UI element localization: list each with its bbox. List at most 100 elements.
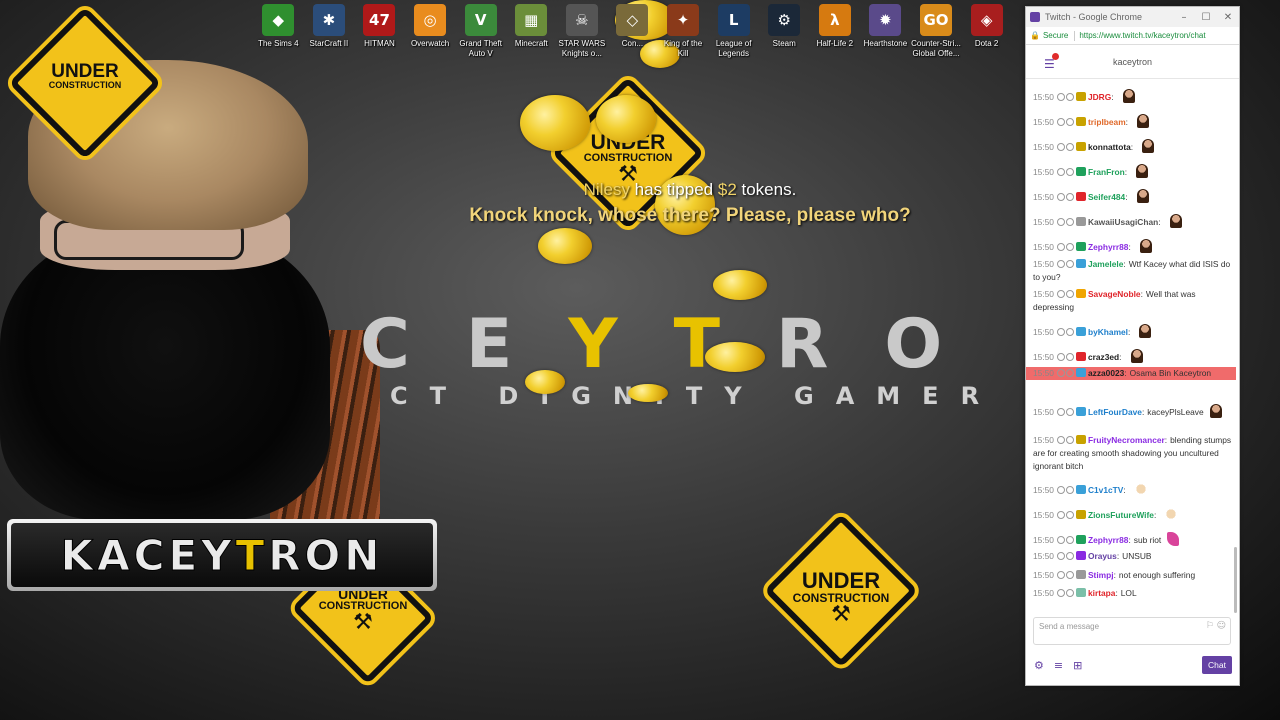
maximize-icon[interactable]: ☐ <box>1195 12 1217 23</box>
chat-username[interactable]: konnattota <box>1088 142 1131 152</box>
ban-icon[interactable] <box>1056 369 1065 377</box>
ban-icon[interactable] <box>1056 486 1065 494</box>
ban-icon[interactable] <box>1056 436 1065 444</box>
desktop-icon[interactable]: GO Counter-Stri... Global Offe... <box>911 4 962 59</box>
chat-username[interactable]: byKhamel <box>1088 327 1128 337</box>
ban-icon[interactable] <box>1056 260 1065 268</box>
settings-icon[interactable]: ⚙ <box>1034 659 1044 672</box>
chat-button[interactable]: Chat <box>1202 656 1232 674</box>
ban-icon[interactable] <box>1056 168 1065 176</box>
ban-icon[interactable] <box>1056 193 1065 201</box>
desktop-icon[interactable]: ◇ Con... <box>607 4 658 59</box>
timeout-icon[interactable] <box>1065 436 1074 444</box>
chat-username[interactable]: C1v1cTV <box>1088 485 1123 495</box>
ban-icon[interactable] <box>1056 353 1065 361</box>
desktop-icon[interactable]: λ Half-Life 2 <box>810 4 861 59</box>
ban-icon[interactable] <box>1056 93 1065 101</box>
timeout-icon[interactable] <box>1065 193 1074 201</box>
app-icon: V <box>464 4 497 36</box>
chat-username[interactable]: SavageNoble <box>1088 289 1141 299</box>
colon: : <box>1128 535 1131 545</box>
timeout-icon[interactable] <box>1065 218 1074 226</box>
desktop-icon[interactable]: ◎ Overwatch <box>405 4 456 59</box>
chat-message-text: sub riot <box>1133 535 1162 545</box>
chat-username[interactable]: FruityNecromancer <box>1088 435 1165 445</box>
ban-icon[interactable] <box>1056 218 1065 226</box>
desktop-icon[interactable]: ✱ StarCraft II <box>304 4 355 59</box>
desktop-icon[interactable]: ✦ King of the Kill <box>658 4 709 59</box>
chat-username[interactable]: FranFron <box>1088 167 1125 177</box>
timeout-icon[interactable] <box>1065 536 1074 544</box>
chat-username[interactable]: Jamelele <box>1088 259 1123 269</box>
desktop-icon[interactable]: L League of Legends <box>708 4 759 59</box>
ban-icon[interactable] <box>1056 571 1065 579</box>
timeout-icon[interactable] <box>1065 571 1074 579</box>
timeout-icon[interactable] <box>1065 353 1074 361</box>
emote-icon[interactable]: ⚐ ☺ <box>1206 621 1226 631</box>
chat-username[interactable]: Orayus <box>1088 551 1117 561</box>
desktop-icon[interactable]: V Grand Theft Auto V <box>455 4 506 59</box>
timeout-icon[interactable] <box>1065 328 1074 336</box>
desktop-icon[interactable]: ▦ Minecraft <box>506 4 557 59</box>
chat-username[interactable]: Zephyrr88 <box>1088 242 1129 252</box>
chat-message-text: LOL <box>1120 588 1137 598</box>
desktop-icon[interactable]: 47 HITMAN <box>354 4 405 59</box>
desktop-icon-label: League of Legends <box>715 39 752 58</box>
desktop-icon[interactable]: ☠ STAR WARS Knights o... <box>557 4 608 59</box>
chat-username[interactable]: JDRG <box>1088 92 1111 102</box>
url-text[interactable]: https://www.twitch.tv/kaceytron/chat <box>1079 31 1205 40</box>
timeout-icon[interactable] <box>1065 168 1074 176</box>
user-badge-icon <box>1075 117 1086 126</box>
timeout-icon[interactable] <box>1065 118 1074 126</box>
ban-icon[interactable] <box>1056 589 1065 597</box>
chat-username[interactable]: Stimpj <box>1088 570 1114 580</box>
message-timestamp: 15:50 <box>1033 510 1054 520</box>
timeout-icon[interactable] <box>1065 552 1074 560</box>
app-icon: ✹ <box>869 4 902 36</box>
chat-username[interactable]: tripIbeam <box>1088 117 1126 127</box>
ban-icon[interactable] <box>1056 408 1065 416</box>
timeout-icon[interactable] <box>1065 93 1074 101</box>
chat-username[interactable]: KawaiiUsagiChan <box>1088 217 1158 227</box>
ban-icon[interactable] <box>1056 143 1065 151</box>
chat-username[interactable]: azza0023 <box>1088 368 1124 378</box>
chat-username[interactable]: craz3ed <box>1088 352 1119 362</box>
gift-icon[interactable]: ⊞ <box>1073 659 1082 672</box>
timeout-icon[interactable] <box>1065 511 1074 519</box>
desktop-icon[interactable]: ◈ Dota 2 <box>961 4 1012 59</box>
chat-bottom-bar: ⚙ ≡ ⊞ Chat <box>1034 655 1232 675</box>
timeout-icon[interactable] <box>1065 143 1074 151</box>
ban-icon[interactable] <box>1056 118 1065 126</box>
scrollbar[interactable] <box>1234 547 1237 613</box>
desktop-icons: ◆ The Sims 4 ✱ StarCraft II 47 HITMAN ◎ Overwat… <box>253 4 1012 59</box>
viewer-list-icon[interactable]: ≡ <box>1054 659 1063 672</box>
timeout-icon[interactable] <box>1065 369 1074 377</box>
address-bar[interactable]: 🔒 Secure https://www.twitch.tv/kaceytron… <box>1026 27 1239 45</box>
ban-icon[interactable] <box>1056 243 1065 251</box>
ban-icon[interactable] <box>1056 290 1065 298</box>
chat-username[interactable]: kirtapa <box>1088 588 1115 598</box>
timeout-icon[interactable] <box>1065 486 1074 494</box>
timeout-icon[interactable] <box>1065 589 1074 597</box>
close-icon[interactable]: ✕ <box>1217 12 1239 23</box>
ban-icon[interactable] <box>1056 511 1065 519</box>
chat-username[interactable]: Zephyrr88 <box>1088 535 1129 545</box>
desktop-icon-label: Con... <box>621 39 644 48</box>
message-timestamp: 15:50 <box>1033 407 1054 417</box>
ban-icon[interactable] <box>1056 328 1065 336</box>
desktop-icon[interactable]: ⚙ Steam <box>759 4 810 59</box>
timeout-icon[interactable] <box>1065 290 1074 298</box>
message-input[interactable]: Send a message ⚐ ☺ <box>1033 617 1231 645</box>
chat-username[interactable]: Seifer484 <box>1088 192 1125 202</box>
timeout-icon[interactable] <box>1065 260 1074 268</box>
ban-icon[interactable] <box>1056 552 1065 560</box>
ban-icon[interactable] <box>1056 536 1065 544</box>
timeout-icon[interactable] <box>1065 243 1074 251</box>
chat-username[interactable]: LeftFourDave <box>1088 407 1142 417</box>
desktop-icon[interactable]: ✹ Hearthstone <box>860 4 911 59</box>
chat-username[interactable]: ZionsFutureWife <box>1088 510 1154 520</box>
timeout-icon[interactable] <box>1065 408 1074 416</box>
minimize-icon[interactable]: – <box>1173 12 1195 23</box>
desktop-icon[interactable]: ◆ The Sims 4 <box>253 4 304 59</box>
app-icon: ◆ <box>262 4 295 36</box>
